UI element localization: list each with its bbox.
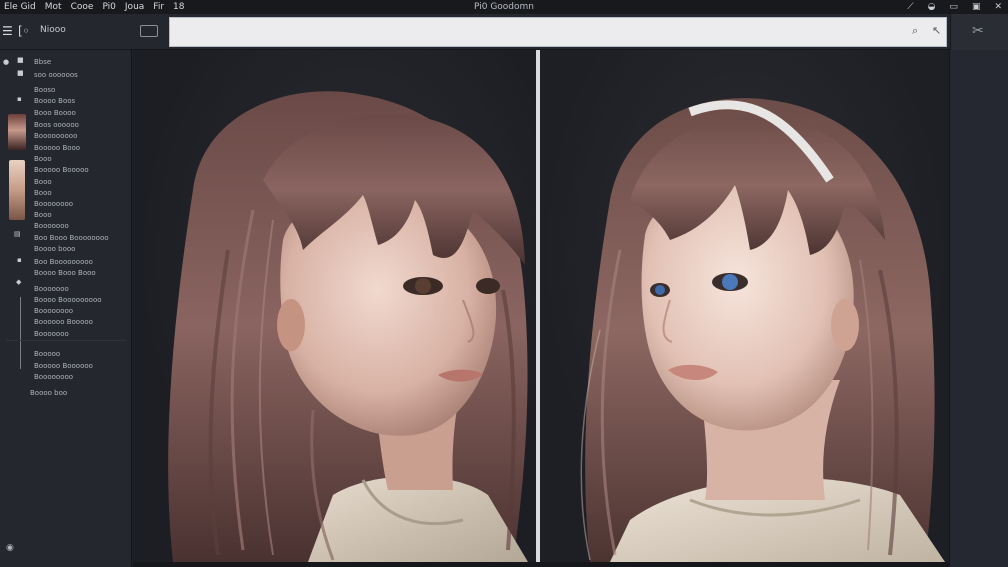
list-item[interactable]: Boo Booo Boooooooo [34, 234, 109, 242]
bullet-icon: ■ [17, 69, 24, 77]
list-item[interactable]: Booooo Booo [34, 144, 80, 152]
pin-icon[interactable]: ⟋ [907, 0, 913, 14]
list-item[interactable]: Booso [34, 86, 55, 94]
code-icon[interactable]: [◦ [18, 24, 30, 38]
list-item[interactable]: Boooo Booooooooo [34, 296, 102, 304]
search-bar: ⌕ ↖ [169, 17, 947, 47]
list-item[interactable]: Booo [34, 178, 52, 186]
list-item[interactable]: Booo [34, 155, 52, 163]
list-item[interactable]: Boooooooo [34, 307, 73, 315]
toolbar-label: Niooo [40, 25, 66, 35]
right-panel [949, 50, 1008, 567]
list-item[interactable]: Booooooo [34, 330, 69, 338]
list-item[interactable]: Boooo boo [30, 389, 67, 397]
bullet-icon: ▪ [17, 95, 22, 103]
arrow-icon[interactable]: ↖ [932, 24, 941, 37]
close-icon[interactable]: ✕ [994, 0, 1002, 14]
window-icon[interactable]: ▣ [972, 0, 981, 14]
list-item[interactable]: Boooo Boos [34, 97, 75, 105]
list-item[interactable]: Boos oooooo [34, 121, 79, 129]
menu-bar: Ele Gid Mot Cooe Pi0 Joua Fir 18 Pi0 Goo… [0, 0, 1008, 14]
list-item[interactable]: Booo Boooo [34, 109, 76, 117]
bullet-icon: ▪ [17, 256, 22, 264]
toggle-button[interactable] [140, 25, 158, 37]
window-controls: ⟋ ◒ ▭ ▣ ✕ [907, 0, 1002, 14]
list-item[interactable]: Booo [34, 189, 52, 197]
thumbnail[interactable] [8, 114, 26, 150]
list-item[interactable]: Boooooooo [34, 200, 73, 208]
list-item[interactable]: Booooooo [34, 285, 69, 293]
list-item[interactable]: Booo [34, 211, 52, 219]
image-icon: ▤ [14, 230, 21, 238]
bullet-icon: ■ [17, 56, 24, 64]
right-tool-button[interactable]: ✂ [950, 14, 1008, 50]
list-item[interactable]: Booooo Boooooo [34, 362, 93, 370]
list-item[interactable]: Boo Booooooooo [34, 258, 93, 266]
list-item[interactable]: Booooo [34, 350, 60, 358]
canvas-left[interactable] [133, 50, 536, 562]
settings-icon[interactable]: ◉ [6, 543, 14, 553]
list-item[interactable]: Booooo Booooo [34, 166, 89, 174]
toolbar: ☰ [◦ Niooo ⌕ ↖ ✂ [0, 14, 1008, 50]
list-item[interactable]: Boooo booo [34, 245, 75, 253]
bullet-icon: ● [3, 58, 10, 66]
tree-line [20, 297, 21, 369]
search-input[interactable] [176, 23, 896, 41]
search-icon[interactable]: ⌕ [912, 24, 918, 38]
list-item[interactable]: Boooooo Booooo [34, 318, 93, 326]
menu-icon[interactable]: ☰ [2, 24, 13, 38]
list-item[interactable]: soo oooooos [34, 71, 78, 79]
portrait-image-left [168, 91, 528, 562]
diamond-icon: ◆ [16, 278, 22, 286]
eye-icon[interactable]: ◒ [928, 0, 936, 14]
list-item[interactable]: Boooo Booo Booo [34, 269, 96, 277]
tools-icon: ✂ [972, 23, 984, 39]
window-icon[interactable]: ▭ [949, 0, 958, 14]
thumbnail[interactable] [9, 160, 25, 220]
list-item[interactable]: Bbse [34, 58, 51, 66]
canvas-right[interactable] [540, 50, 949, 562]
status-strip [133, 562, 949, 567]
list-item[interactable]: Booooooooo [34, 132, 77, 140]
left-panel: ● ■ ■ ▪ ▤ ▪ ◆ Bbse soo oooooos Booso Boo… [0, 50, 132, 567]
list-item[interactable]: Booooooo [34, 222, 69, 230]
divider [6, 340, 126, 341]
list-item[interactable]: Boooooooo [34, 373, 73, 381]
window-title: Pi0 Goodomn [474, 2, 534, 12]
portrait-image-right [580, 98, 945, 562]
